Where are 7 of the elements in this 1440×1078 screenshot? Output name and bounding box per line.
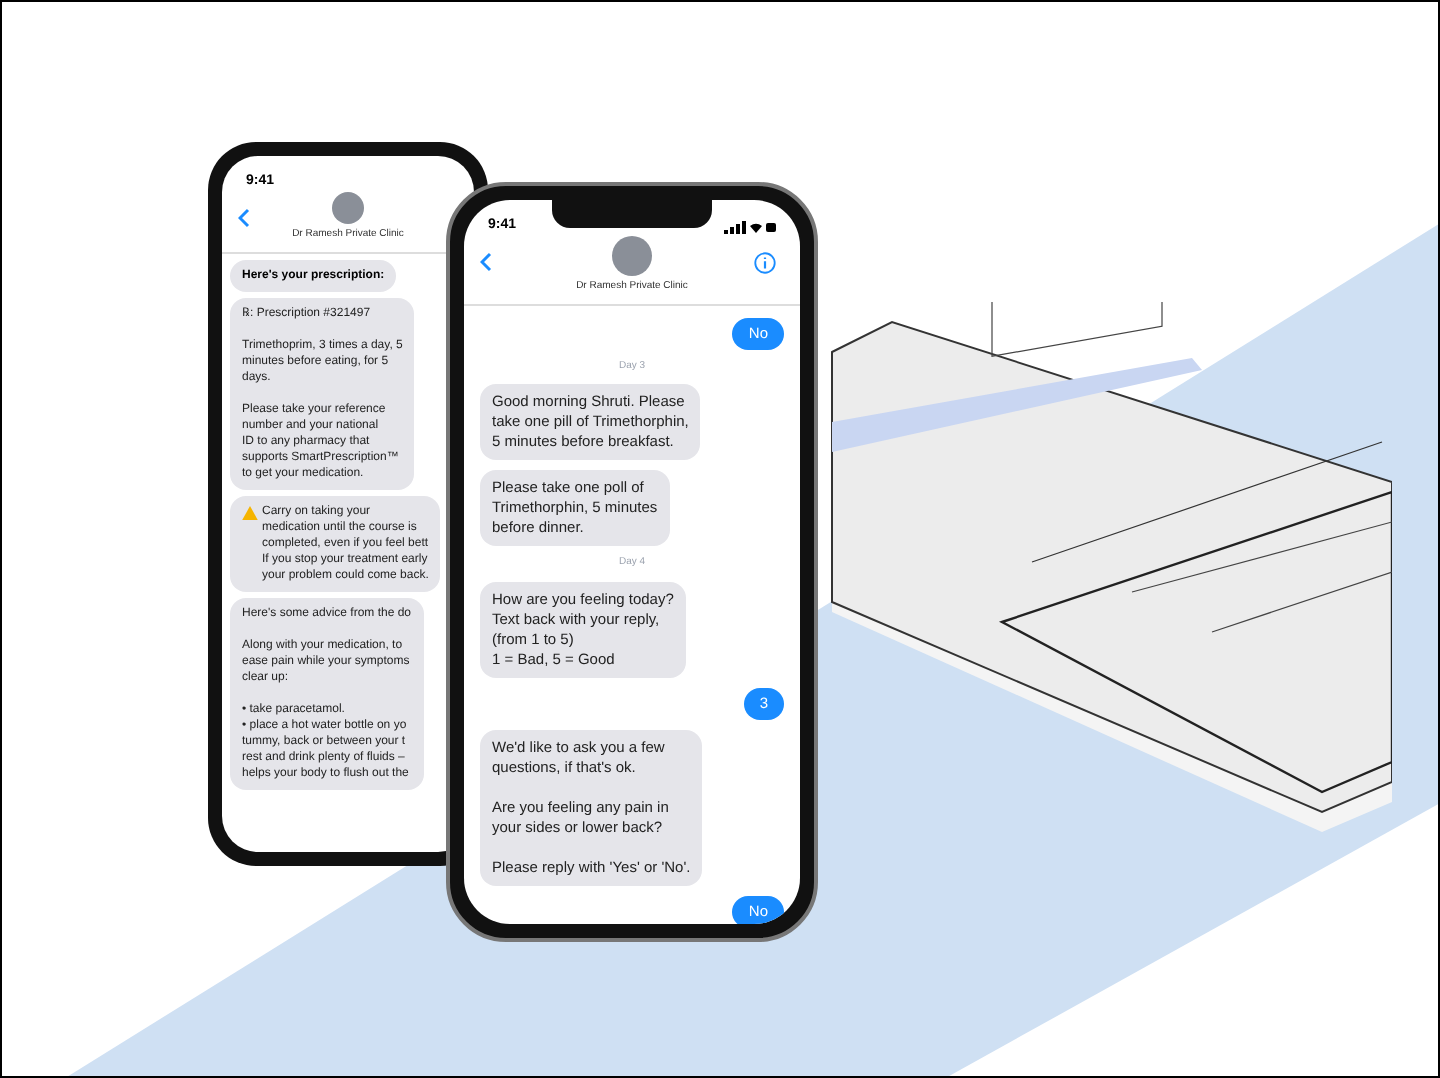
avatar [332, 192, 364, 224]
avatar [612, 236, 652, 276]
back-icon[interactable] [238, 208, 250, 228]
back-icon[interactable] [480, 252, 492, 272]
status-icons [724, 219, 776, 233]
info-icon[interactable] [754, 252, 776, 274]
warning-icon [242, 505, 258, 519]
